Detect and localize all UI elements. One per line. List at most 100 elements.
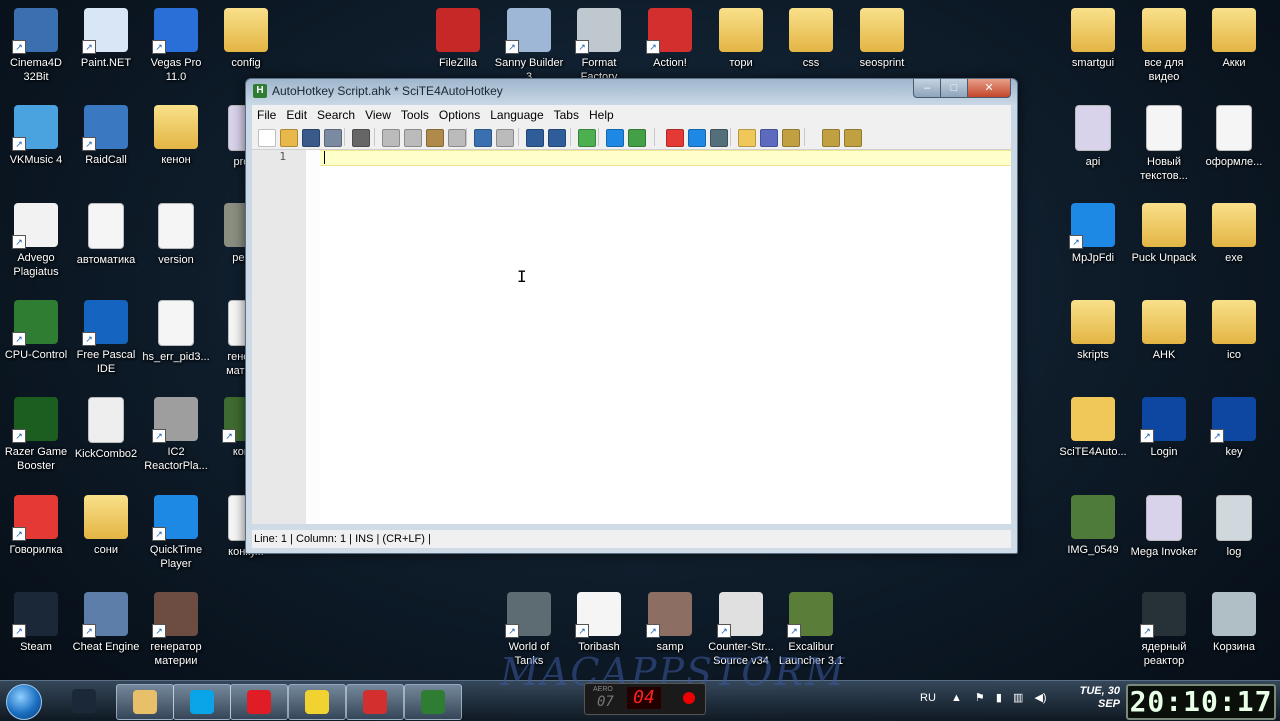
desktop-icon[interactable]: FileZilla (422, 8, 494, 70)
desktop-icon[interactable]: hs_err_pid3... (140, 300, 212, 364)
taskbar-app-button[interactable] (288, 684, 346, 720)
desktop-icon[interactable]: ↗ Cheat Engine (70, 592, 142, 654)
desktop-icon[interactable]: сони (70, 495, 142, 557)
desktop-icon[interactable]: Акки (1198, 8, 1270, 70)
desktop-icon[interactable]: Новый текстов... (1128, 105, 1200, 183)
menu-edit[interactable]: Edit (281, 105, 312, 122)
taskbar-app-button[interactable] (56, 684, 112, 718)
desktop-icon[interactable]: ↗ Sanny Builder 3 (493, 8, 565, 84)
undo-icon[interactable] (474, 129, 492, 147)
taskbar-app-button[interactable] (173, 684, 231, 720)
redo-icon[interactable] (496, 129, 514, 147)
save-icon[interactable] (302, 129, 320, 147)
desktop-icon[interactable]: ↗ Говорилка (0, 495, 72, 557)
desktop-icon[interactable]: автоматика (70, 203, 142, 267)
desktop-icon[interactable]: ↗ VKMusic 4 (0, 105, 72, 167)
desktop-icon[interactable]: кенон (140, 105, 212, 167)
desktop-icon[interactable]: api (1057, 105, 1129, 169)
desktop-icon[interactable]: version (140, 203, 212, 267)
desktop-icon[interactable]: ↗ Format Factory (563, 8, 635, 84)
delete-icon[interactable] (448, 129, 466, 147)
desktop-icon[interactable]: SciTE4Auto... (1057, 397, 1129, 459)
desktop-icon[interactable]: ↗ Advego Plagiatus (0, 203, 72, 279)
show-hidden-icons-icon[interactable]: ▲ (951, 692, 962, 704)
desktop-icon[interactable]: IMG_0549 (1057, 495, 1129, 557)
open-folder-icon[interactable] (280, 129, 298, 147)
menu-search[interactable]: Search (312, 105, 360, 122)
desktop-icon[interactable]: Mega Invoker (1128, 495, 1200, 559)
compile-icon[interactable] (578, 129, 596, 147)
desktop-icon[interactable]: KickCombo2 (70, 397, 142, 461)
find-icon[interactable] (526, 129, 544, 147)
help-icon[interactable] (822, 129, 840, 147)
window-title-bar[interactable]: H AutoHotkey Script.ahk * SciTE4AutoHotk… (246, 79, 1017, 103)
minimize-button[interactable]: – (913, 79, 941, 98)
volume-icon[interactable]: ◀) (1034, 692, 1046, 704)
debug-icon[interactable] (628, 129, 646, 147)
desktop-icon[interactable]: Корзина (1198, 592, 1270, 654)
desktop-icon[interactable]: ↗ QuickTime Player (140, 495, 212, 571)
desktop-icon[interactable]: skripts (1057, 300, 1129, 362)
desktop-icon[interactable]: тори (705, 8, 777, 70)
desktop-icon[interactable]: ↗ генератор материи (140, 592, 212, 668)
desktop-icon[interactable]: exe (1198, 203, 1270, 265)
taskbar-app-button[interactable] (346, 684, 404, 720)
taskbar-app-button[interactable] (116, 684, 174, 720)
save-as-icon[interactable] (324, 129, 342, 147)
desktop-icon[interactable]: ↗ samp (634, 592, 706, 654)
menu-file[interactable]: File (252, 105, 281, 122)
print-icon[interactable] (352, 129, 370, 147)
desktop-icon[interactable]: ↗ Free Pascal IDE (70, 300, 142, 376)
desktop-icon[interactable]: ↗ Steam (0, 592, 72, 654)
menu-help[interactable]: Help (584, 105, 619, 122)
desktop-icon[interactable]: ↗ MpJpFdi (1057, 203, 1129, 265)
desktop-icon[interactable]: все для видео (1128, 8, 1200, 84)
desktop-icon[interactable]: ↗ IC2 ReactorPla... (140, 397, 212, 473)
menu-language[interactable]: Language (485, 105, 548, 122)
action-center-flag-icon[interactable]: ⚑ (975, 692, 985, 704)
start-button[interactable] (6, 684, 42, 720)
maximize-button[interactable]: □ (940, 79, 968, 98)
paste-icon[interactable] (426, 129, 444, 147)
settings-icon[interactable] (782, 129, 800, 147)
desktop-icon[interactable]: ↗ key (1198, 397, 1270, 459)
about-icon[interactable] (844, 129, 862, 147)
scite-window[interactable]: H AutoHotkey Script.ahk * SciTE4AutoHotk… (245, 78, 1018, 554)
desktop-icon[interactable]: smartgui (1057, 8, 1129, 70)
menu-tabs[interactable]: Tabs (549, 105, 584, 122)
window-spy-icon[interactable] (666, 129, 684, 147)
desktop-icon[interactable]: ↗ Login (1128, 397, 1200, 459)
fold-margin[interactable] (306, 150, 320, 524)
replace-icon[interactable] (548, 129, 566, 147)
desktop-icon[interactable]: css (775, 8, 847, 70)
desktop-icon[interactable]: ↗ Toribash (563, 592, 635, 654)
recorder-widget[interactable]: AERO 07 04 (584, 683, 706, 715)
language-indicator[interactable]: RU (920, 692, 936, 704)
tools-icon[interactable] (710, 129, 728, 147)
desktop-icon[interactable]: config (210, 8, 282, 70)
desktop-icon[interactable]: ↗ Action! (634, 8, 706, 70)
menu-tools[interactable]: Tools (396, 105, 434, 122)
power-icon[interactable]: ▮ (996, 692, 1002, 704)
network-icon[interactable]: ▥ (1013, 692, 1023, 704)
editor-area[interactable]: 1 I (252, 150, 1011, 524)
cut-icon[interactable] (382, 129, 400, 147)
desktop-icon[interactable]: ↗ RaidCall (70, 105, 142, 167)
desktop-icon[interactable]: log (1198, 495, 1270, 559)
menu-view[interactable]: View (360, 105, 396, 122)
clock-display[interactable]: 20:10:17 (1126, 684, 1276, 720)
properties-icon[interactable] (760, 129, 778, 147)
desktop-icon[interactable]: ↗ Razer Game Booster (0, 397, 72, 473)
run-icon[interactable] (606, 129, 624, 147)
new-file-icon[interactable] (258, 129, 276, 147)
bookmark-icon[interactable] (688, 129, 706, 147)
desktop-icon[interactable]: ↗ Vegas Pro 11.0 (140, 8, 212, 84)
desktop-icon[interactable]: AHK (1128, 300, 1200, 362)
copy-icon[interactable] (404, 129, 422, 147)
desktop-icon[interactable]: ↗ CPU-Control (0, 300, 72, 362)
folder-open-icon[interactable] (738, 129, 756, 147)
close-button[interactable]: ✕ (967, 79, 1011, 98)
desktop-icon[interactable]: ↗ ядерный реактор (1128, 592, 1200, 668)
record-dot-icon[interactable] (683, 692, 695, 704)
date-display[interactable]: TUE, 30 SEP (1072, 685, 1120, 711)
